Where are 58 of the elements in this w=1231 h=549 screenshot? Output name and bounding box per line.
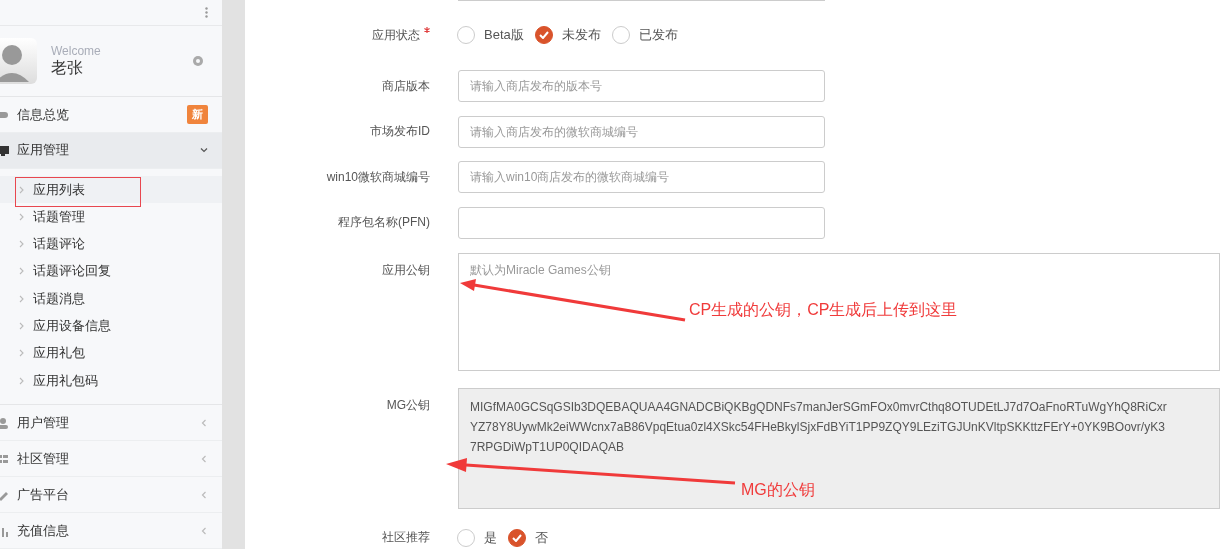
field-label: 应用公钥 bbox=[382, 262, 430, 277]
grid-icon bbox=[0, 452, 9, 465]
check-icon bbox=[538, 31, 549, 39]
submenu-item[interactable]: 应用列表 bbox=[0, 175, 222, 204]
chevron-icon bbox=[19, 267, 24, 276]
submenu-item[interactable]: 应用礼包 bbox=[0, 339, 222, 367]
radio-button[interactable] bbox=[457, 26, 475, 44]
annotation-text: MG的公钥 bbox=[741, 480, 815, 500]
radio-button[interactable] bbox=[611, 26, 630, 44]
radio-button[interactable] bbox=[508, 528, 526, 547]
chevron-icon bbox=[19, 212, 24, 221]
radio-label: 否 bbox=[535, 528, 548, 547]
input-field[interactable]: 请输入win10商店发布的微软商城编号 bbox=[458, 161, 825, 193]
submenu-item[interactable]: 应用设备信息 bbox=[0, 312, 222, 340]
chevron-icon bbox=[200, 146, 208, 155]
radio-label: Beta版 bbox=[484, 26, 524, 44]
chevron-icon bbox=[200, 526, 208, 535]
user-icon bbox=[0, 416, 9, 429]
settings-icon[interactable] bbox=[192, 55, 204, 68]
radio-label: 未发布 bbox=[561, 26, 601, 44]
avatar-icon bbox=[0, 38, 37, 85]
submenu-item[interactable]: 话题管理 bbox=[0, 203, 222, 231]
radio-label: 已发布 bbox=[638, 26, 678, 44]
input-field[interactable]: 请输入商店发布的版本号 bbox=[458, 70, 825, 102]
new-badge: 新 bbox=[187, 105, 208, 124]
field-label: MG公钥 bbox=[386, 397, 430, 412]
check-icon bbox=[512, 533, 522, 542]
radio-button[interactable] bbox=[457, 528, 475, 547]
field-label: 社区推荐 bbox=[382, 530, 430, 544]
input-field[interactable] bbox=[458, 206, 825, 239]
radio-button[interactable] bbox=[534, 26, 553, 44]
submenu-item[interactable]: 话题评论 bbox=[0, 230, 222, 258]
menu-item[interactable]: 信息总览 新 bbox=[0, 97, 222, 133]
chevron-icon bbox=[19, 322, 24, 331]
chevron-icon bbox=[200, 454, 208, 463]
user-name: 老张 bbox=[51, 57, 84, 78]
chevron-icon bbox=[200, 418, 208, 427]
chevron-icon bbox=[19, 240, 24, 249]
chevron-icon bbox=[200, 490, 208, 499]
chevron-icon bbox=[19, 185, 24, 194]
field-label: 市场发布ID bbox=[370, 124, 430, 138]
submenu-item[interactable]: 话题消息 bbox=[0, 285, 222, 313]
radio-label: 是 bbox=[484, 528, 497, 547]
chevron-icon bbox=[19, 294, 24, 303]
more-icon[interactable] bbox=[205, 7, 208, 19]
submenu-item[interactable]: 应用礼包码 bbox=[0, 367, 222, 395]
annotation-text: CP生成的公钥，CP生成后上传到这里 bbox=[689, 300, 958, 320]
chevron-icon bbox=[19, 349, 24, 358]
menu-item[interactable]: 应用管理 bbox=[0, 133, 222, 169]
submenu-item[interactable]: 话题评论回复 bbox=[0, 257, 222, 286]
monitor-icon bbox=[0, 144, 9, 157]
field-label: 程序包名称(PFN) bbox=[338, 215, 430, 229]
welcome-text: Welcome bbox=[51, 43, 102, 58]
chevron-icon bbox=[19, 376, 24, 385]
input-field[interactable]: 请输入商店发布的微软商城编号 bbox=[458, 115, 825, 148]
field-label: 商店版本 bbox=[382, 78, 430, 93]
field-label: 应用状态 bbox=[372, 27, 420, 42]
field-label: win10微软商城编号 bbox=[326, 169, 430, 184]
